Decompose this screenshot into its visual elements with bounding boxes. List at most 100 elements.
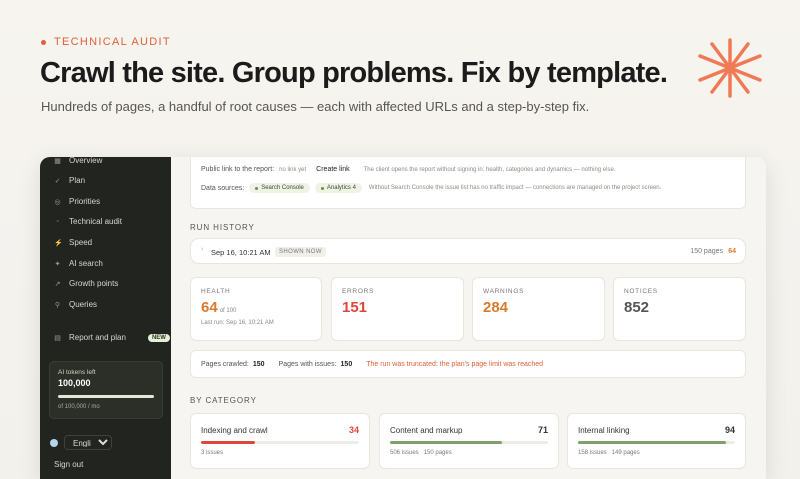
- source-label: Search Console: [261, 185, 304, 191]
- run-history-row[interactable]: › Sep 16, 10:21 AM SHOWN NOW 150 pages 6…: [190, 238, 746, 264]
- new-badge: NEW: [147, 333, 170, 342]
- category-meta: 158 issues 149 pages: [578, 450, 640, 456]
- run-pages: 150 pages: [690, 248, 723, 255]
- target-icon: ◎: [54, 198, 61, 206]
- category-meta: 506 issues 150 pages: [390, 450, 452, 456]
- create-link-button[interactable]: Create link: [311, 164, 355, 175]
- language-switcher: English: [50, 435, 112, 450]
- category-progress-fill: [578, 441, 726, 444]
- category-card-indexing[interactable]: Indexing and crawl 34 3 issues: [190, 413, 370, 469]
- status-dot-icon: [255, 186, 259, 190]
- shown-now-badge: SHOWN NOW: [275, 247, 326, 257]
- errors-label: ERRORS: [342, 288, 375, 295]
- share-card: Public link to the report: no link yet C…: [190, 157, 746, 209]
- status-dot-icon: [320, 186, 324, 190]
- category-progress-fill: [390, 441, 503, 444]
- chevron-right-icon: ›: [201, 246, 204, 253]
- sidebar-item-overview[interactable]: ▦ Overview: [54, 157, 102, 165]
- arrows-icon: ↗: [54, 280, 61, 288]
- notices-value: 852: [624, 299, 650, 316]
- by-category-title: BY CATEGORY: [190, 396, 257, 405]
- sidebar-item-ai-search[interactable]: ✦ AI search: [54, 259, 103, 268]
- source-chip-analytics[interactable]: Analytics 4: [314, 183, 362, 193]
- dot-icon: ◦: [56, 218, 59, 225]
- errors-card[interactable]: ERRORS 151: [331, 277, 464, 341]
- sign-out-link[interactable]: Sign out: [54, 460, 83, 469]
- tokens-panel: AI tokens left 100,000 of 100,000 / mo: [49, 361, 163, 419]
- hero-title: Crawl the site. Group problems. Fix by t…: [40, 57, 668, 89]
- category-issues: 506 issues: [390, 450, 419, 456]
- sidebar-item-label: AI search: [69, 259, 103, 268]
- globe-icon: [50, 438, 58, 447]
- category-pages: 150 pages: [423, 450, 452, 456]
- sidebar-item-label: Speed: [69, 238, 93, 247]
- document-icon: ▤: [54, 334, 61, 342]
- hero-subtitle: Hundreds of pages, a handful of root cau…: [41, 99, 590, 114]
- category-score: 34: [348, 425, 359, 435]
- tokens-bar: [58, 395, 154, 398]
- tokens-title: AI tokens left: [58, 369, 96, 376]
- source-label: Analytics 4: [326, 185, 356, 191]
- run-history-title: RUN HISTORY: [190, 223, 255, 232]
- pages-crawled-label: Pages crawled:: [201, 361, 249, 368]
- language-select[interactable]: English: [64, 435, 112, 450]
- category-card-content[interactable]: Content and markup 71 506 issues 150 pag…: [379, 413, 559, 469]
- notices-label: NOTICES: [624, 288, 658, 295]
- category-progress: [201, 441, 359, 444]
- hero-eyebrow: TECHNICAL AUDIT: [41, 36, 171, 48]
- warnings-card[interactable]: WARNINGS 284: [472, 277, 605, 341]
- health-scale: of 100: [219, 308, 237, 314]
- run-score: 64: [728, 248, 736, 255]
- check-icon: ✓: [54, 177, 61, 185]
- warnings-value: 284: [483, 299, 509, 316]
- public-link-note: The client opens the report without sign…: [363, 166, 616, 173]
- sidebar-item-priorities[interactable]: ◎ Priorities: [54, 197, 100, 206]
- sidebar-item-label: Priorities: [69, 197, 101, 206]
- app-window: ▦ Overview ✓ Plan ◎ Priorities ◦ Technic…: [40, 157, 766, 479]
- errors-value: 151: [342, 299, 368, 316]
- starburst-icon: [698, 38, 762, 98]
- sidebar: ▦ Overview ✓ Plan ◎ Priorities ◦ Technic…: [40, 157, 171, 479]
- main-content: Public link to the report: no link yet C…: [171, 157, 766, 479]
- health-card: HEALTH 64 of 100 Last run: Sep 16, 10:21 …: [190, 277, 322, 341]
- notices-card[interactable]: NOTICES 852: [613, 277, 746, 341]
- crawl-summary: Pages crawled: 150 Pages with issues: 15…: [190, 350, 746, 378]
- source-chip-search-console[interactable]: Search Console: [249, 183, 310, 193]
- last-run-text: Last run: Sep 16, 10:21 AM: [201, 320, 274, 326]
- category-name: Indexing and crawl: [201, 426, 268, 435]
- category-score: 71: [537, 425, 548, 435]
- sidebar-item-technical-audit[interactable]: ◦ Technical audit: [54, 217, 122, 226]
- sidebar-item-label: Plan: [69, 176, 86, 185]
- data-sources-note: Without Search Console the issue list ha…: [368, 185, 662, 191]
- sidebar-item-plan[interactable]: ✓ Plan: [54, 176, 85, 185]
- sidebar-item-report[interactable]: ▤ Report and plan NEW: [54, 333, 170, 342]
- health-label: HEALTH: [201, 288, 231, 295]
- tokens-value: 100,000: [58, 378, 91, 388]
- sidebar-item-speed[interactable]: ⚡ Speed: [54, 238, 92, 247]
- tokens-caption: of 100,000 / mo: [58, 404, 100, 410]
- truncated-warning: The run was truncated: the plan's page l…: [366, 361, 544, 368]
- bolt-icon: ⚡: [54, 239, 63, 247]
- run-date: Sep 16, 10:21 AM: [211, 248, 271, 257]
- sparkle-icon: ✦: [54, 260, 61, 268]
- health-value: 64: [201, 299, 218, 316]
- eyebrow-dot-icon: [41, 39, 46, 45]
- sidebar-item-label: Technical audit: [69, 217, 122, 226]
- pages-with-issues-label: Pages with issues:: [278, 361, 337, 368]
- sidebar-item-queries[interactable]: ⚲ Queries: [54, 300, 97, 309]
- category-issues: 3 issues: [201, 450, 224, 456]
- category-pages: 149 pages: [611, 450, 640, 456]
- sidebar-item-label: Queries: [69, 300, 98, 309]
- grid-icon: ▦: [54, 157, 61, 165]
- search-icon: ⚲: [54, 301, 61, 309]
- category-name: Content and markup: [390, 426, 463, 435]
- warnings-label: WARNINGS: [483, 288, 525, 295]
- pages-crawled-value: 150: [252, 361, 265, 368]
- sidebar-item-growth-points[interactable]: ↗ Growth points: [54, 279, 119, 288]
- category-card-internal-linking[interactable]: Internal linking 94 158 issues 149 pages: [567, 413, 746, 469]
- data-sources-label: Data sources:: [201, 184, 245, 192]
- sidebar-item-label: Report and plan: [69, 333, 126, 342]
- category-progress: [578, 441, 735, 444]
- pages-with-issues-value: 150: [340, 361, 353, 368]
- no-link-text: no link yet: [279, 166, 307, 173]
